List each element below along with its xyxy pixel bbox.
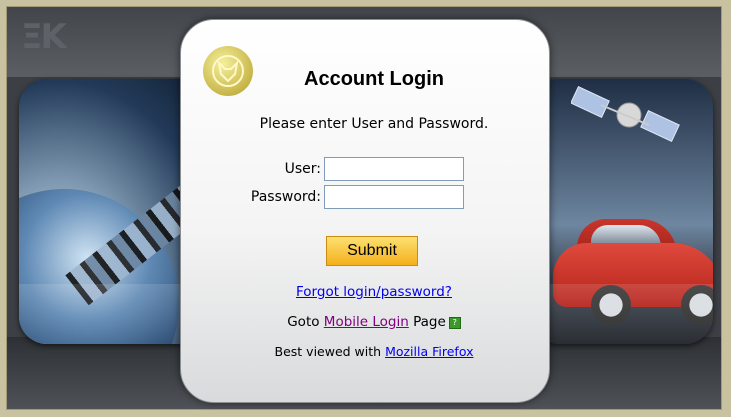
goto-prefix: Goto (287, 314, 320, 330)
page-title: Account Login (304, 68, 444, 90)
forgot-line: Forgot login/password? (181, 284, 549, 300)
goto-suffix: Page (413, 314, 446, 330)
password-row: Password: (181, 184, 464, 210)
password-label: Password: (250, 189, 321, 205)
forgot-password-link[interactable]: Forgot login/password? (296, 284, 452, 300)
help-icon[interactable]: ? (448, 317, 461, 329)
page-frame: ΞK Account Login Please enter User and P… (6, 6, 722, 410)
mobile-login-line: Goto Mobile Login Page? (181, 314, 549, 330)
satellite-image (571, 85, 680, 143)
user-input[interactable] (324, 157, 464, 181)
password-input[interactable] (324, 185, 464, 209)
browser-note-line: Best viewed with Mozilla Firefox (181, 344, 549, 359)
user-label: User: (284, 161, 321, 177)
submit-button[interactable]: Submit (326, 236, 418, 266)
background-logo-icon: ΞK (21, 17, 67, 57)
login-card: Account Login Please enter User and Pass… (180, 19, 550, 403)
mobile-login-link[interactable]: Mobile Login (324, 314, 409, 330)
right-image-panel (531, 79, 713, 344)
firefox-link[interactable]: Mozilla Firefox (385, 344, 473, 359)
best-viewed-prefix: Best viewed with (274, 344, 382, 359)
login-instructions: Please enter User and Password. (259, 116, 489, 132)
user-row: User: (181, 156, 464, 182)
